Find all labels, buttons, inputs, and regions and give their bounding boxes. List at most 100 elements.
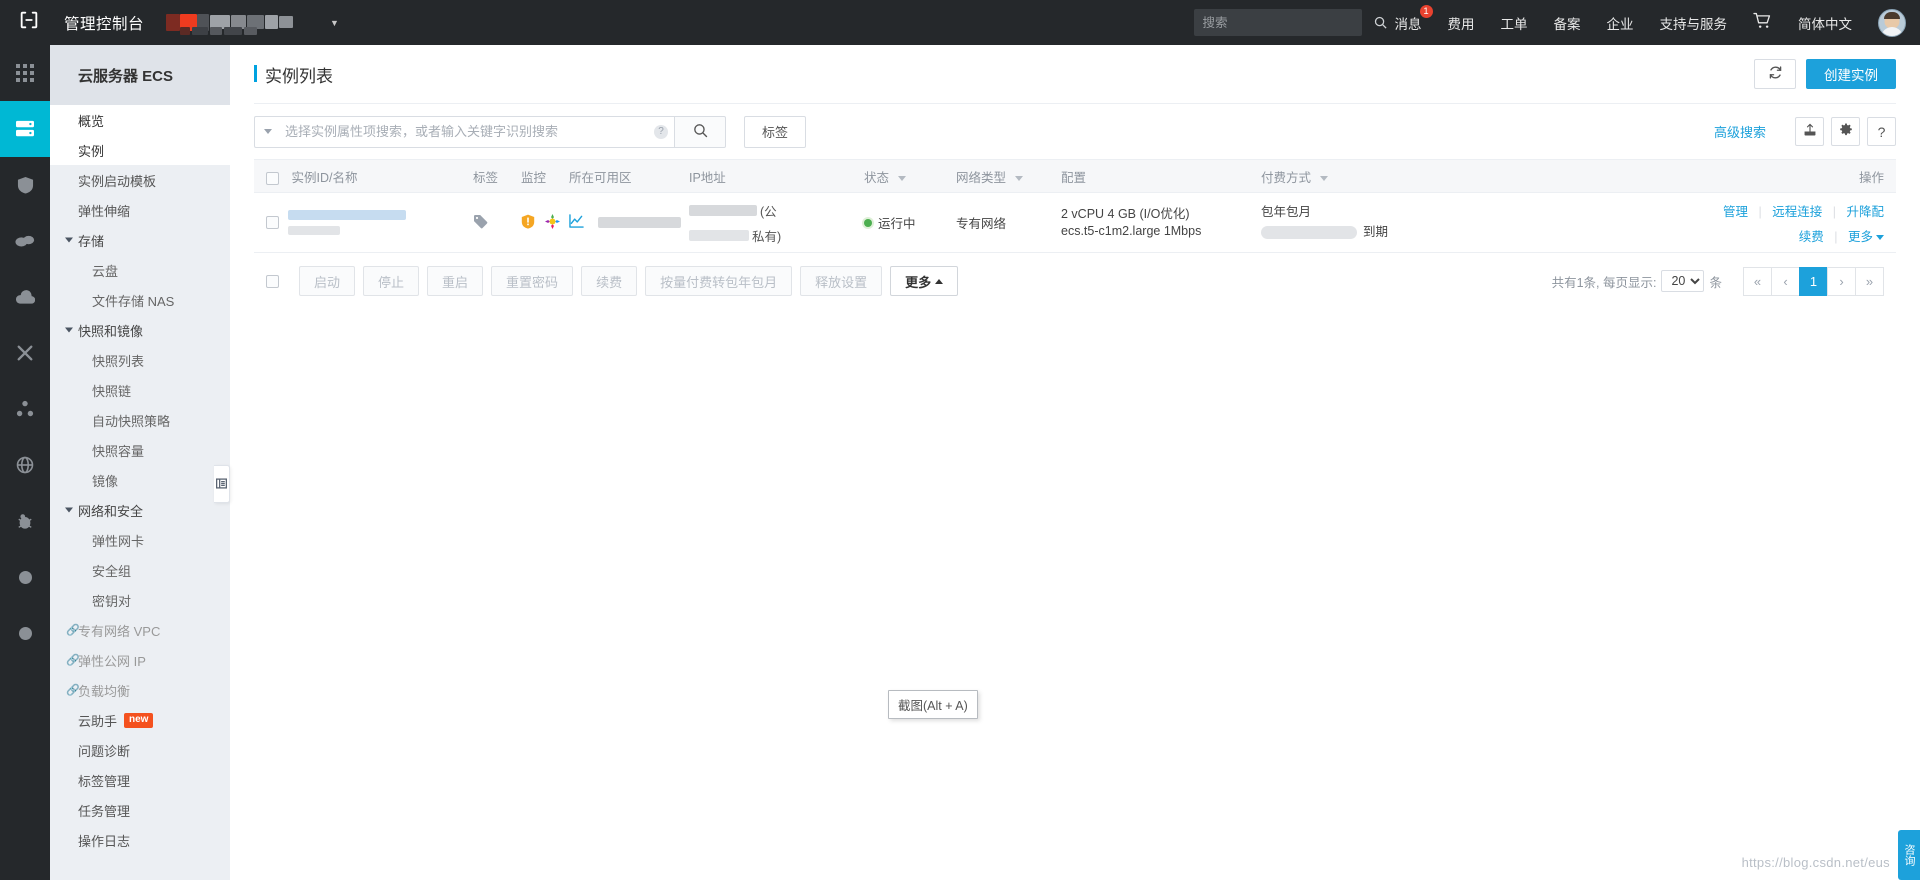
sidebar-item-nas[interactable]: 文件存储 NAS xyxy=(50,285,230,315)
refresh-button[interactable] xyxy=(1754,59,1796,89)
instance-search-input[interactable] xyxy=(281,124,648,139)
sort-caret-icon[interactable] xyxy=(1014,175,1023,181)
shield-alert-icon[interactable] xyxy=(521,214,535,232)
account-chevron-down-icon[interactable]: ▼ xyxy=(330,18,339,28)
tag-filter-button[interactable]: 标签 xyxy=(744,115,807,148)
instance-search-box[interactable]: ? xyxy=(254,115,674,148)
rail-item-app-grid[interactable] xyxy=(0,45,50,101)
nav-link-icp[interactable]: 备案 xyxy=(1554,13,1581,33)
nav-link-support[interactable]: 支持与服务 xyxy=(1660,13,1728,33)
action-remote-connect[interactable]: 远程连接 xyxy=(1772,205,1822,219)
bulk-reset-password-button[interactable]: 重置密码 xyxy=(491,266,574,296)
search-help-icon-wrap[interactable]: ? xyxy=(648,124,674,139)
pagination-prev-button[interactable]: ‹ xyxy=(1771,266,1800,296)
sidebar-group-network-security[interactable]: 网络和安全 xyxy=(50,495,230,525)
sidebar-item-tag-management[interactable]: 标签管理 xyxy=(50,765,230,795)
rail-item-security[interactable] xyxy=(0,157,50,213)
sidebar-item-cloud-disk[interactable]: 云盘 xyxy=(50,255,230,285)
sidebar-item-security-group[interactable]: 安全组 xyxy=(50,555,230,585)
export-button[interactable] xyxy=(1795,117,1824,146)
rail-item-circle-2[interactable] xyxy=(0,605,50,661)
advanced-search-link[interactable]: 高级搜索 xyxy=(1714,122,1766,141)
pagination-first-button[interactable]: « xyxy=(1743,266,1772,296)
security-colorful-icon[interactable] xyxy=(545,213,560,232)
sidebar-item-operation-log[interactable]: 操作日志 xyxy=(50,825,230,855)
bulk-convert-billing-button[interactable]: 按量付费转包年包月 xyxy=(645,266,793,296)
avatar[interactable] xyxy=(1878,8,1906,37)
rail-item-circle-1[interactable] xyxy=(0,549,50,605)
server-stack-icon xyxy=(15,120,35,138)
sidebar-item-launch-templates[interactable]: 实例启动模板 xyxy=(50,165,230,195)
bulk-more-button[interactable]: 更多 xyxy=(890,266,959,296)
sidebar-item-auto-scaling[interactable]: 弹性伸缩 xyxy=(50,195,230,225)
line-chart-icon[interactable] xyxy=(569,214,584,231)
action-change-config[interactable]: 升降配 xyxy=(1846,205,1884,219)
nav-link-enterprise[interactable]: 企业 xyxy=(1607,13,1634,33)
shopping-cart-icon[interactable] xyxy=(1753,12,1772,34)
sidebar-group-storage[interactable]: 存储 xyxy=(50,225,230,255)
rail-item-database[interactable] xyxy=(0,213,50,269)
settings-button[interactable] xyxy=(1831,117,1860,146)
sidebar-item-auto-snapshot-policy[interactable]: 自动快照策略 xyxy=(50,405,230,435)
rail-item-globe[interactable] xyxy=(0,437,50,493)
sidebar-item-snapshot-list[interactable]: 快照列表 xyxy=(50,345,230,375)
sidebar-item-snapshot-chain[interactable]: 快照链 xyxy=(50,375,230,405)
global-search-input[interactable] xyxy=(1193,15,1373,30)
nav-link-language[interactable]: 简体中文 xyxy=(1798,13,1852,33)
create-instance-button[interactable]: 创建实例 xyxy=(1806,59,1896,89)
action-manage[interactable]: 管理 xyxy=(1723,205,1748,219)
console-logo[interactable] xyxy=(0,0,58,45)
sidebar-item-vpc[interactable]: 🔗 专有网络 VPC xyxy=(50,615,230,645)
table-row[interactable]: (公 私有) 运行中 专有网络 2 vCPU 4 GB (I/O优化) ecs.… xyxy=(254,192,1896,253)
search-icon[interactable] xyxy=(1373,15,1388,30)
ip-private-label: 私有) xyxy=(752,229,782,244)
action-renew[interactable]: 续费 xyxy=(1799,230,1824,244)
rail-item-share[interactable] xyxy=(0,381,50,437)
account-name-redacted[interactable] xyxy=(166,13,316,35)
sidebar-item-instances[interactable]: 实例 xyxy=(50,135,230,165)
sidebar-item-diagnostics[interactable]: 问题诊断 xyxy=(50,735,230,765)
sidebar-item-eni[interactable]: 弹性网卡 xyxy=(50,525,230,555)
rail-item-cloud[interactable] xyxy=(0,269,50,325)
sort-caret-icon[interactable] xyxy=(897,175,906,181)
sidebar-collapse-toggle[interactable] xyxy=(214,465,230,503)
bulk-release-settings-button[interactable]: 释放设置 xyxy=(800,266,883,296)
sidebar-item-images[interactable]: 镜像 xyxy=(50,465,230,495)
nav-link-tickets[interactable]: 工单 xyxy=(1501,13,1528,33)
page-header-actions: 创建实例 xyxy=(1754,59,1896,89)
sidebar-item-cloud-assistant[interactable]: 云助手 new xyxy=(50,705,230,735)
sidebar-item-key-pair[interactable]: 密钥对 xyxy=(50,585,230,615)
sidebar-item-overview[interactable]: 概览 xyxy=(50,105,230,135)
global-search-box[interactable] xyxy=(1193,9,1387,36)
rail-item-network[interactable] xyxy=(0,325,50,381)
sort-caret-icon[interactable] xyxy=(1319,175,1328,181)
bulk-select-checkbox[interactable] xyxy=(266,274,279,288)
tag-icon[interactable] xyxy=(473,214,488,232)
row-select-checkbox[interactable] xyxy=(266,216,279,229)
bulk-renew-button[interactable]: 续费 xyxy=(581,266,638,296)
rail-item-ecs[interactable] xyxy=(0,101,50,157)
sidebar-item-task-management[interactable]: 任务管理 xyxy=(50,795,230,825)
nav-link-messages[interactable]: 消息 1 xyxy=(1395,4,1433,33)
help-button[interactable]: ? xyxy=(1867,117,1896,146)
instance-id-name-redacted[interactable] xyxy=(288,210,406,235)
pagination-next-button[interactable]: › xyxy=(1827,266,1856,296)
caret-down-icon[interactable] xyxy=(1876,234,1884,240)
caret-down-icon[interactable] xyxy=(255,129,281,134)
pagination-last-button[interactable]: » xyxy=(1855,266,1884,296)
action-more[interactable]: 更多 xyxy=(1848,230,1873,244)
page-size-select[interactable]: 20 xyxy=(1661,270,1705,292)
sidebar-item-snapshot-capacity[interactable]: 快照容量 xyxy=(50,435,230,465)
sidebar-item-slb[interactable]: 🔗 负载均衡 xyxy=(50,675,230,705)
consult-edge-widget[interactable]: 咨询 xyxy=(1898,830,1920,880)
rail-item-bug[interactable] xyxy=(0,493,50,549)
sidebar-item-eip[interactable]: 🔗 弹性公网 IP xyxy=(50,645,230,675)
select-all-checkbox[interactable] xyxy=(266,171,279,185)
bulk-stop-button[interactable]: 停止 xyxy=(363,266,420,296)
bulk-start-button[interactable]: 启动 xyxy=(299,266,356,296)
bulk-restart-button[interactable]: 重启 xyxy=(427,266,484,296)
sidebar-group-snapshots-images[interactable]: 快照和镜像 xyxy=(50,315,230,345)
nav-link-billing[interactable]: 费用 xyxy=(1448,13,1475,33)
search-submit-button[interactable] xyxy=(674,115,726,148)
pagination-page-1[interactable]: 1 xyxy=(1799,266,1828,296)
